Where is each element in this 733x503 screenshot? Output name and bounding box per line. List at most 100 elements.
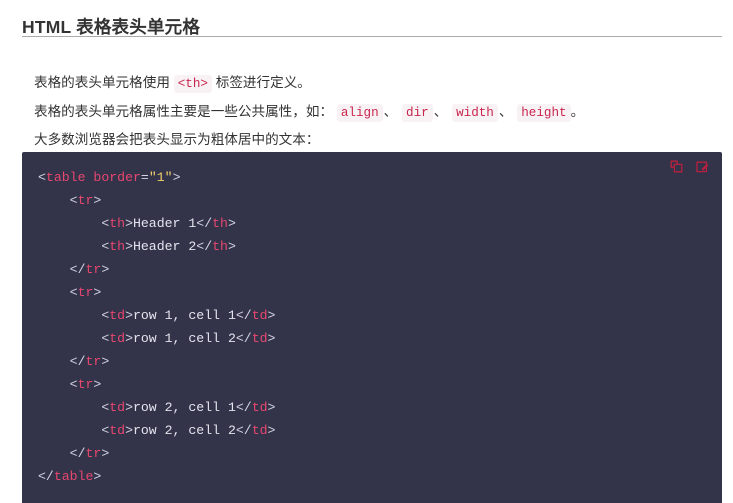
code-line: <td>row 1, cell 2</td> xyxy=(38,331,275,346)
code-token-punct: > xyxy=(93,193,102,208)
code-token-tag: td xyxy=(251,400,268,415)
code-token-punct: > xyxy=(172,170,181,185)
page-title: HTML 表格表头单元格 xyxy=(22,16,201,37)
code-token-tag: td xyxy=(109,400,126,415)
code-token-punct: > xyxy=(101,446,110,461)
code-token-tag: tr xyxy=(85,354,102,369)
code-token-punct: < xyxy=(69,193,78,208)
edit-icon[interactable] xyxy=(694,158,712,176)
list-separator-3: 、 xyxy=(498,103,513,119)
code-content: <table border="1"> <tr> <th>Header 1</th… xyxy=(22,152,722,503)
code-token-tag: th xyxy=(212,216,228,231)
code-line: <td>row 2, cell 2</td> xyxy=(38,423,275,438)
code-token-punct: > xyxy=(125,239,133,254)
code-token-tag: tr xyxy=(77,285,94,300)
code-line: <th>Header 2</th> xyxy=(38,239,236,254)
code-line: <tr> xyxy=(38,285,102,300)
code-token-tag: th xyxy=(109,239,126,254)
code-token-tag: tr xyxy=(85,446,102,461)
code-token-punct: </ xyxy=(69,354,86,369)
code-token-punct: > xyxy=(93,469,102,484)
code-token-text: row 2, cell 1 xyxy=(132,400,236,415)
code-token-tag: td xyxy=(251,331,268,346)
code-token-tag: td xyxy=(109,423,126,438)
code-token-text: Header 2 xyxy=(132,239,197,254)
code-token-punct: </ xyxy=(235,400,252,415)
code-token-string: "1" xyxy=(148,170,173,185)
code-token-punct: </ xyxy=(196,239,213,254)
code-token-tag: th xyxy=(109,216,126,231)
code-token-punct: > xyxy=(125,400,133,415)
code-line: <tr> xyxy=(38,193,102,208)
code-token-punct: > xyxy=(125,423,133,438)
code-token-tag: table xyxy=(45,170,86,185)
code-token-punct: </ xyxy=(235,423,252,438)
code-line: </tr> xyxy=(38,446,110,461)
code-token-tag: td xyxy=(109,331,126,346)
code-line: <td>row 2, cell 1</td> xyxy=(38,400,275,415)
code-line: <td>row 1, cell 1</td> xyxy=(38,308,275,323)
code-token-tag: tr xyxy=(85,262,102,277)
code-token-punct: > xyxy=(267,308,276,323)
paragraph-3: 大多数浏览器会把表头显示为粗体居中的文本： xyxy=(34,131,320,147)
code-line: </tr> xyxy=(38,262,110,277)
code-token-punct: > xyxy=(101,354,110,369)
code-token-tag: tr xyxy=(77,193,94,208)
page-root: HTML 表格表头单元格 表格的表头单元格使用 <th> 标签进行定义。 表格的… xyxy=(0,0,733,503)
paragraph-1-text-before: 表格的表头单元格使用 xyxy=(34,74,170,90)
code-line: </tr> xyxy=(38,354,110,369)
list-separator-2: 、 xyxy=(433,103,448,119)
inline-code-width: width xyxy=(452,103,498,122)
code-line: <table border="1"> xyxy=(38,170,181,185)
copy-icon[interactable] xyxy=(668,158,686,176)
code-token-text: row 1, cell 2 xyxy=(132,331,236,346)
code-token-text: Header 1 xyxy=(132,216,197,231)
code-token-punct: > xyxy=(267,423,276,438)
code-token-tag: tr xyxy=(77,377,94,392)
paragraph-1-text-after: 标签进行定义。 xyxy=(215,74,311,90)
code-token-punct: > xyxy=(125,216,133,231)
code-token-punct: > xyxy=(125,331,133,346)
code-token-text: row 2, cell 2 xyxy=(132,423,236,438)
code-block-actions xyxy=(668,158,712,176)
code-token-punct: > xyxy=(227,239,236,254)
code-token-punct: > xyxy=(267,331,276,346)
title-divider xyxy=(22,36,722,37)
code-token-punct: </ xyxy=(196,216,213,231)
inline-code-height: height xyxy=(517,103,571,122)
code-token-punct: > xyxy=(125,308,133,323)
code-token-tag: td xyxy=(109,308,126,323)
paragraph-1: 表格的表头单元格使用 <th> 标签进行定义。 xyxy=(34,72,311,95)
code-token-punct: > xyxy=(227,216,236,231)
list-separator-1: 、 xyxy=(383,103,398,119)
code-token-punct: > xyxy=(267,400,276,415)
paragraph-2-text-before: 表格的表头单元格属性主要是一些公共属性，如： xyxy=(34,103,334,119)
code-token-punct: < xyxy=(69,377,78,392)
code-token-punct: > xyxy=(101,262,110,277)
paragraph-2: 表格的表头单元格属性主要是一些公共属性，如： align、 dir、 width… xyxy=(34,101,584,124)
code-line: </table> xyxy=(38,469,101,484)
code-token-tag: td xyxy=(251,308,268,323)
code-line: <th>Header 1</th> xyxy=(38,216,236,231)
inline-code-dir: dir xyxy=(402,103,433,122)
code-token-punct: > xyxy=(93,377,102,392)
paragraph-2-text-after: 。 xyxy=(570,103,585,119)
code-block: <table border="1"> <tr> <th>Header 1</th… xyxy=(22,152,722,503)
code-token-punct: </ xyxy=(69,262,86,277)
inline-code-th: <th> xyxy=(173,74,212,93)
code-token-punct: </ xyxy=(38,469,54,484)
code-token-punct: </ xyxy=(69,446,86,461)
inline-code-align: align xyxy=(336,103,383,122)
code-token-punct: </ xyxy=(235,308,252,323)
code-token-punct: < xyxy=(69,285,78,300)
code-token-punct: < xyxy=(38,170,46,185)
code-token-punct: </ xyxy=(235,331,252,346)
code-token-tag: td xyxy=(251,423,268,438)
code-token-punct: > xyxy=(93,285,102,300)
code-token-attr: border xyxy=(93,170,141,185)
code-line: <tr> xyxy=(38,377,102,392)
code-token-tag: th xyxy=(212,239,228,254)
code-token-eq: = xyxy=(140,170,149,185)
code-token-text: row 1, cell 1 xyxy=(132,308,236,323)
code-token-tag: table xyxy=(53,469,94,484)
